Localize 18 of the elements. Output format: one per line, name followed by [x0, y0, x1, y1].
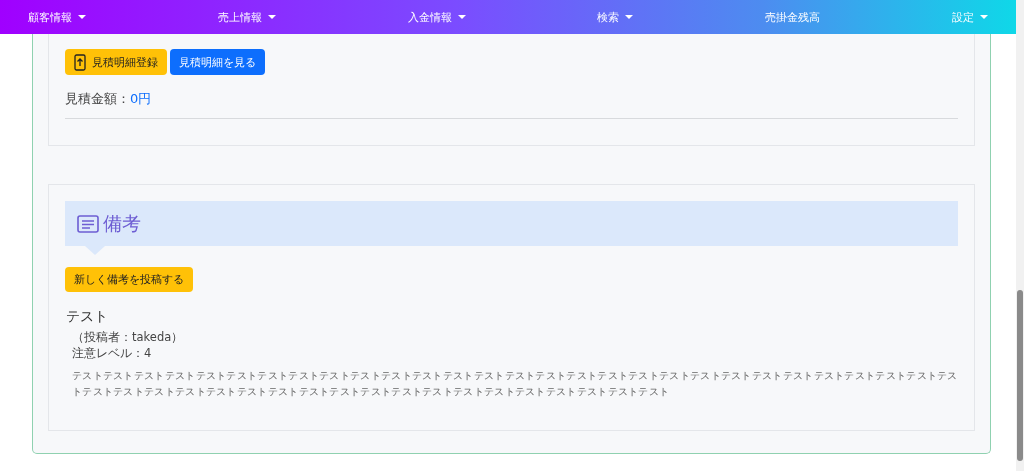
- scrollbar[interactable]: [1016, 0, 1024, 471]
- view-button[interactable]: 見積明細を見る: [170, 49, 265, 75]
- register-button[interactable]: 見積明細登録: [65, 49, 167, 75]
- new-remark-button[interactable]: 新しく備考を投稿する: [65, 267, 193, 292]
- nav-menu-item[interactable]: 検索: [597, 9, 634, 25]
- amount-value: 0円: [130, 91, 152, 106]
- amount-label: 見積金額：: [65, 91, 130, 106]
- nav-menu-item[interactable]: 売掛金残高: [765, 9, 821, 25]
- nav-menu-item[interactable]: 売上情報: [217, 9, 276, 25]
- upload-icon: [74, 53, 86, 71]
- post-body: テストテストテストテストテストテストテストテストテストテストテストテストテストテストテストテストテストテストテストテストテストテストテストテストテストテストテストテストテストテストテストテストテストテストテストテストテストテストテストテストテストテストテストテストテストテストテストテスト: [71, 368, 958, 399]
- post-author: （投稿者：takeda）: [71, 330, 185, 345]
- post-title: テスト: [66, 308, 109, 326]
- note-icon: [77, 214, 99, 233]
- nav-menu-item[interactable]: 入金情報: [407, 9, 466, 25]
- nav-menu-item[interactable]: 顧客情報: [28, 9, 86, 25]
- section-title: 備考: [103, 210, 141, 236]
- caution-level: 注意レベル：4: [71, 346, 153, 361]
